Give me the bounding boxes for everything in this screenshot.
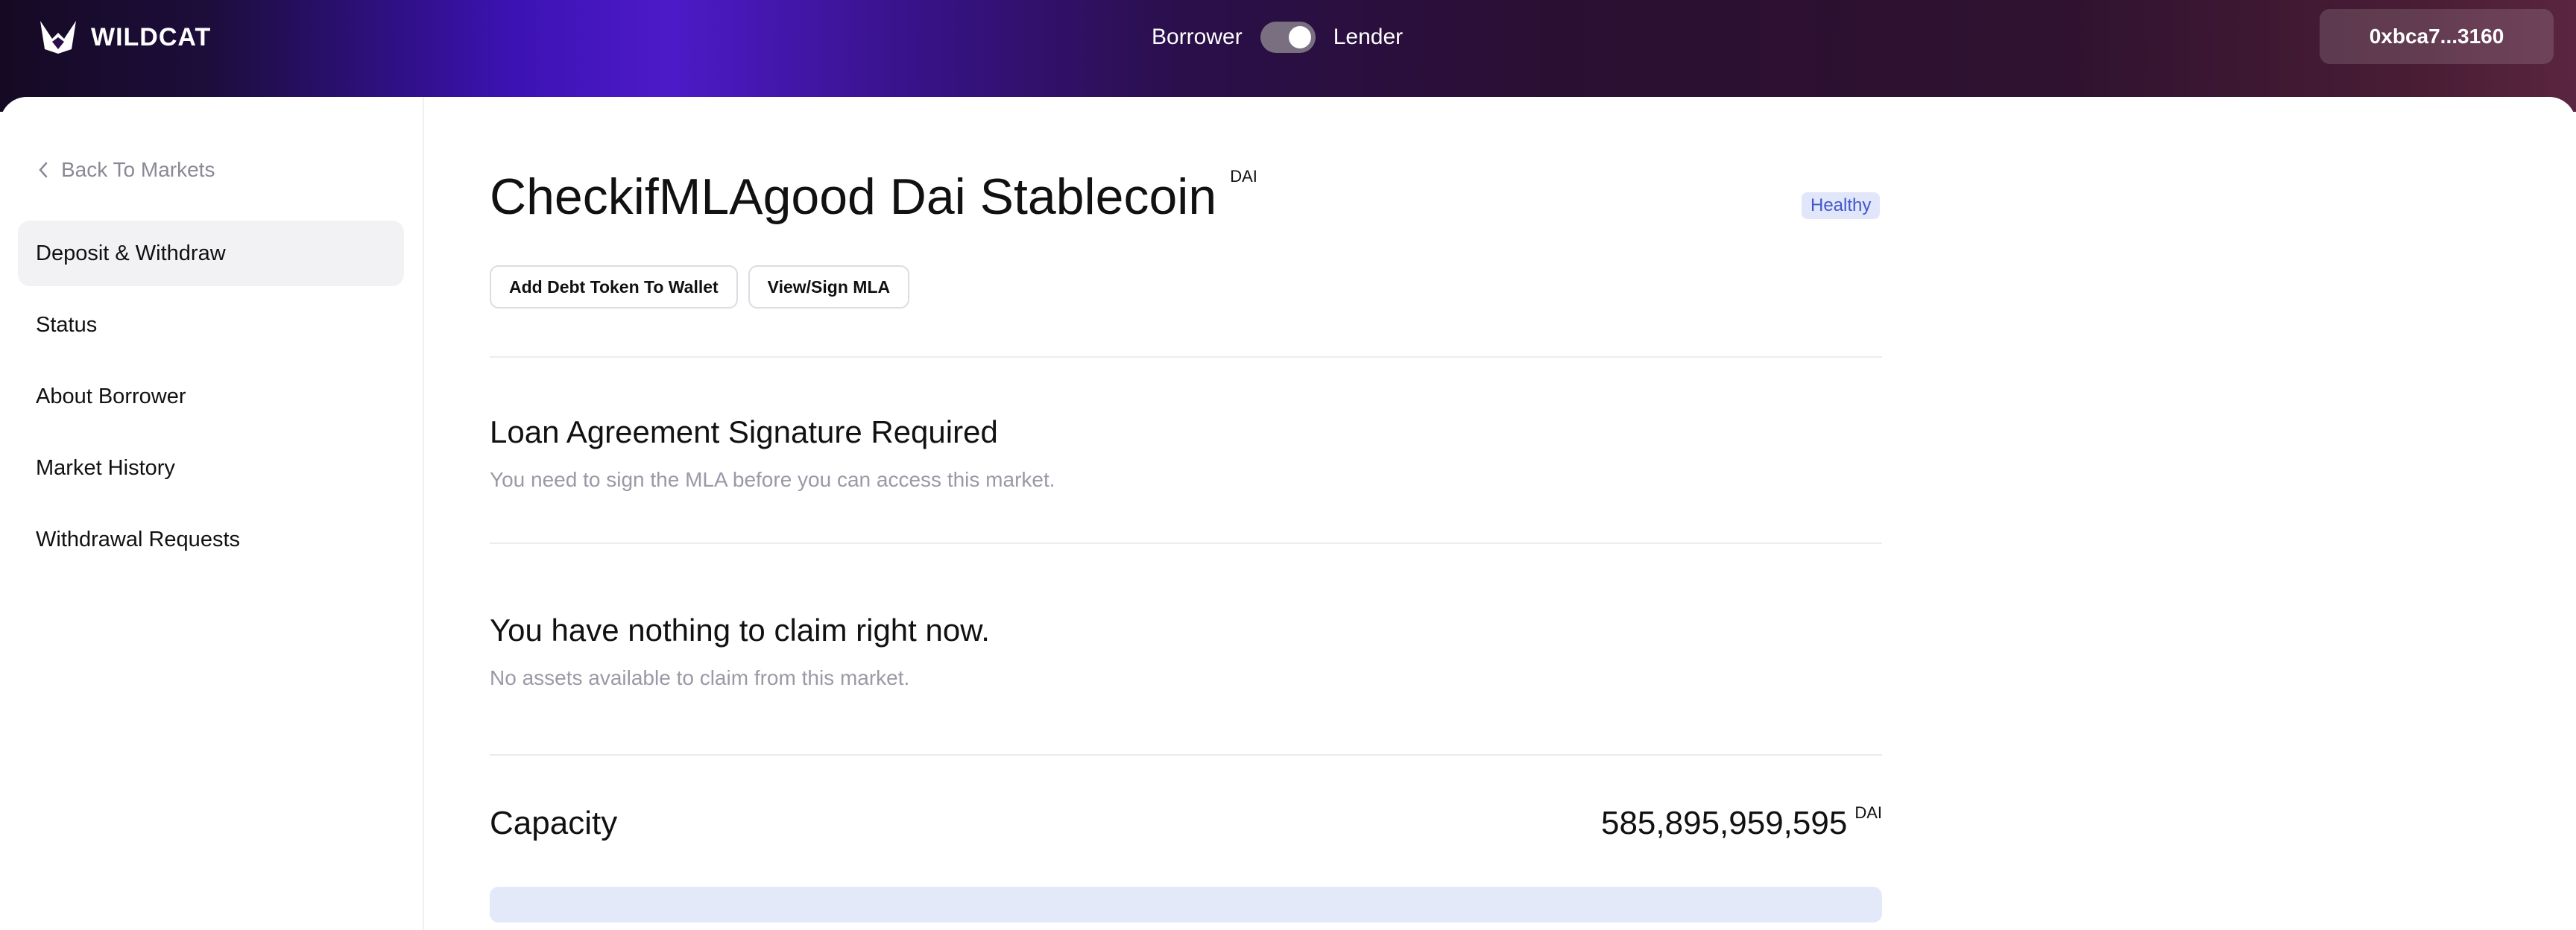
sidebar: Back To Markets Deposit & Withdraw Statu… <box>0 97 424 930</box>
sidebar-item-label: Market History <box>36 455 175 480</box>
role-switch-knob <box>1288 26 1311 48</box>
sidebar-item-label: About Borrower <box>36 384 186 408</box>
role-lender-label[interactable]: Lender <box>1333 25 1403 50</box>
capacity-asset-symbol: DAI <box>1854 803 1882 822</box>
back-label: Back To Markets <box>61 158 215 181</box>
claim-section-subtitle: No assets available to claim from this m… <box>490 666 910 689</box>
add-debt-token-button[interactable]: Add Debt Token To Wallet <box>490 265 738 309</box>
role-switch[interactable] <box>1260 22 1316 53</box>
sidebar-item-deposit-withdraw[interactable]: Deposit & Withdraw <box>18 221 404 286</box>
mla-section-title: Loan Agreement Signature Required <box>490 414 998 449</box>
chevron-left-icon <box>39 162 48 178</box>
status-badge: Healthy <box>1802 192 1881 219</box>
divider <box>490 356 1882 358</box>
brand-logo[interactable]: WILDCAT <box>39 19 211 55</box>
role-toggle: Borrower Lender <box>1152 19 1403 55</box>
wildcat-logo-icon <box>40 21 76 54</box>
sidebar-item-label: Withdrawal Requests <box>36 527 240 551</box>
market-title: CheckifMLAgood Dai Stablecoin <box>490 168 1217 225</box>
capacity-progress-bar <box>490 887 1882 923</box>
back-to-markets-link[interactable]: Back To Markets <box>36 158 215 182</box>
sidebar-item-withdrawal-requests[interactable]: Withdrawal Requests <box>18 507 404 572</box>
mla-section-subtitle: You need to sign the MLA before you can … <box>490 468 1055 491</box>
capacity-label: Capacity <box>490 805 618 841</box>
sidebar-item-status[interactable]: Status <box>18 292 404 358</box>
claim-section-title: You have nothing to claim right now. <box>490 613 990 648</box>
top-bar: WILDCAT Borrower Lender 0xbca7...3160 <box>0 0 2576 112</box>
wallet-address-button[interactable]: 0xbca7...3160 <box>2320 9 2554 64</box>
capacity-value-group: 585,895,959,595 DAI <box>1600 803 1882 842</box>
content-sheet: Back To Markets Deposit & Withdraw Statu… <box>0 97 2576 930</box>
market-actions: Add Debt Token To Wallet View/Sign MLA <box>490 265 920 309</box>
sidebar-item-label: Deposit & Withdraw <box>36 241 226 265</box>
market-title-row: CheckifMLAgood Dai Stablecoin DAI <box>490 167 1257 225</box>
market-asset-symbol: DAI <box>1230 167 1257 186</box>
view-sign-mla-button[interactable]: View/Sign MLA <box>748 265 910 309</box>
divider <box>490 542 1882 544</box>
brand-name: WILDCAT <box>91 22 212 51</box>
sidebar-item-label: Status <box>36 312 98 337</box>
role-borrower-label[interactable]: Borrower <box>1152 25 1243 50</box>
capacity-value: 585,895,959,595 <box>1600 805 1848 841</box>
sidebar-item-market-history[interactable]: Market History <box>18 435 404 501</box>
sidebar-item-about-borrower[interactable]: About Borrower <box>18 364 404 429</box>
divider <box>490 754 1882 756</box>
